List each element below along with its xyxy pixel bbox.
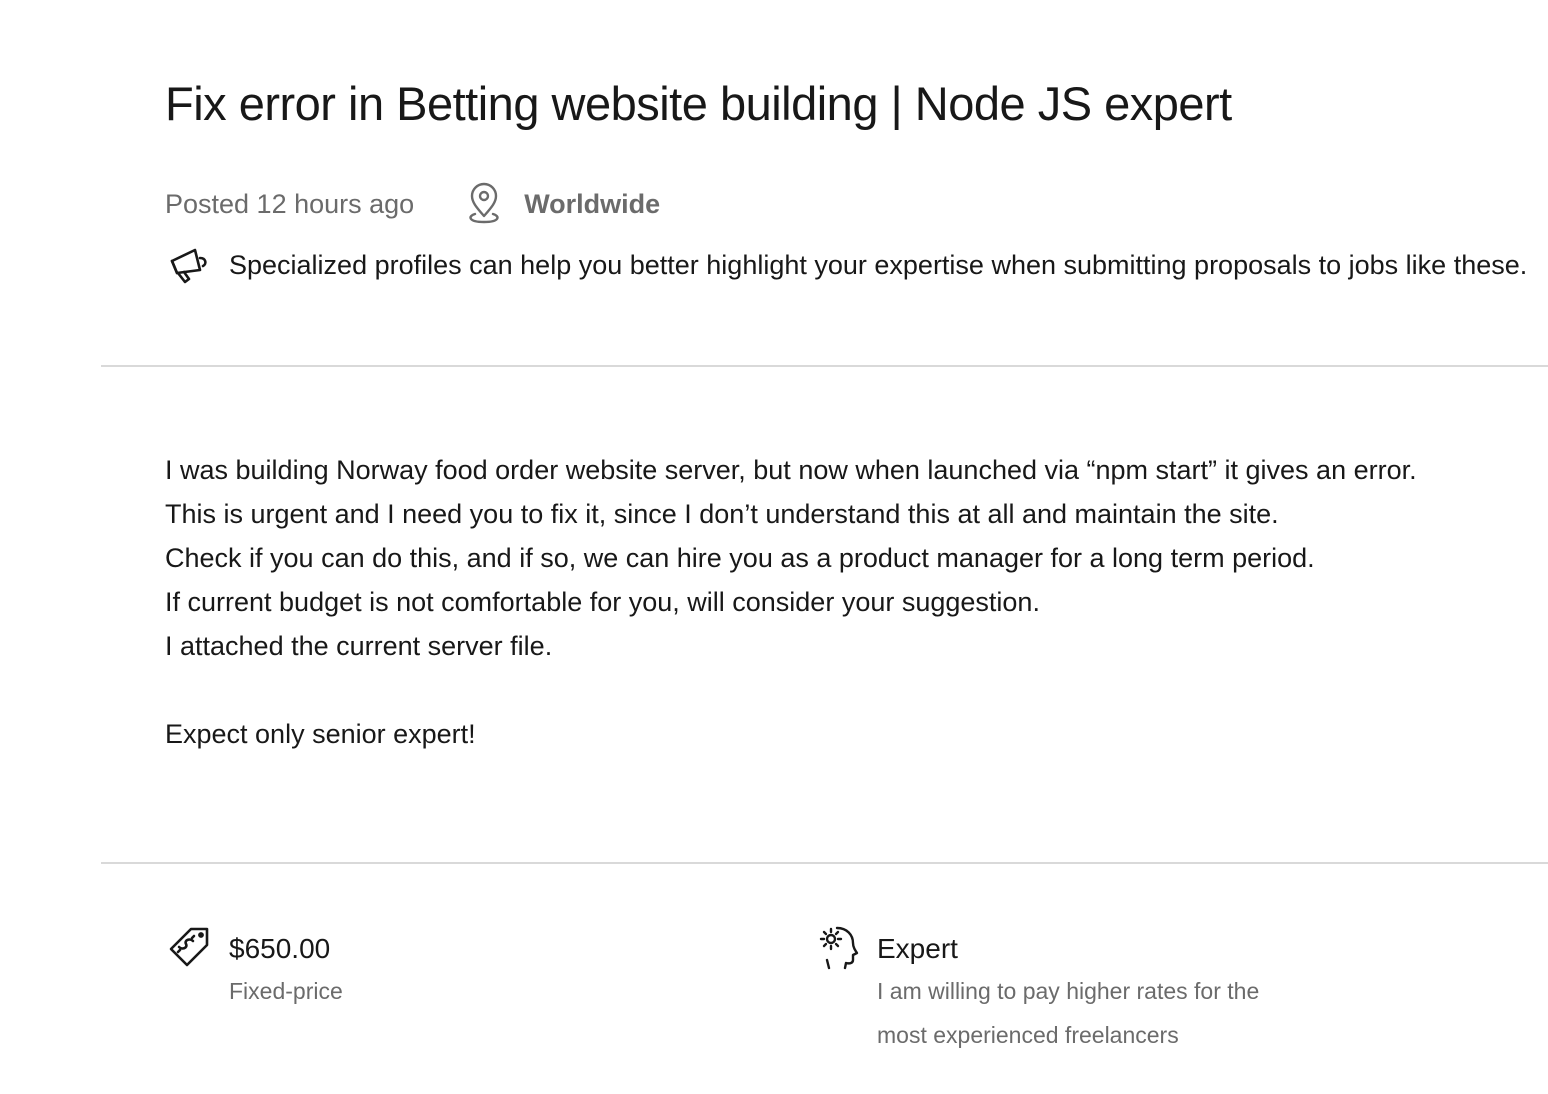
description-line: Expect only senior expert!: [165, 719, 476, 749]
experience-body: Expert I am willing to pay higher rates …: [877, 922, 1307, 1057]
location-text: Worldwide: [524, 188, 661, 219]
budget-type: Fixed-price: [229, 978, 343, 1004]
location-pin-icon: [464, 182, 504, 226]
description-line: Check if you can do this, and if so, we …: [165, 543, 1315, 573]
description-line: I attached the current server file.: [165, 631, 553, 661]
section-divider: [101, 365, 1548, 367]
job-details-page: Fix error in Betting website building | …: [0, 0, 1548, 1094]
budget-feature: $650.00 Fixed-price: [165, 922, 659, 1013]
description-line: I was building Norway food order website…: [165, 455, 1417, 485]
price-tag-icon: [165, 922, 213, 970]
budget-amount: $650.00: [229, 933, 331, 964]
job-meta: Posted 12 hours ago Worldwide: [165, 180, 660, 228]
megaphone-icon: [165, 242, 211, 288]
description-line: This is urgent and I need you to fix it,…: [165, 499, 1279, 529]
job-title: Fix error in Betting website building | …: [165, 77, 1232, 130]
expert-head-gear-icon: [813, 922, 861, 970]
specialized-profile-notice: Specialized profiles can help you better…: [165, 242, 1548, 288]
description-line: If current budget is not comfortable for…: [165, 587, 1040, 617]
job-description: I was building Norway food order website…: [165, 448, 1528, 756]
experience-description: I am willing to pay higher rates for the…: [877, 978, 1260, 1048]
job-location: Worldwide: [464, 182, 660, 226]
section-divider: [101, 862, 1548, 864]
notice-text: Specialized profiles can help you better…: [229, 249, 1528, 280]
budget-body: $650.00 Fixed-price: [229, 922, 659, 1013]
posted-time: Posted 12 hours ago: [165, 188, 415, 219]
experience-level: Expert: [877, 933, 958, 964]
experience-feature: Expert I am willing to pay higher rates …: [813, 922, 1307, 1057]
